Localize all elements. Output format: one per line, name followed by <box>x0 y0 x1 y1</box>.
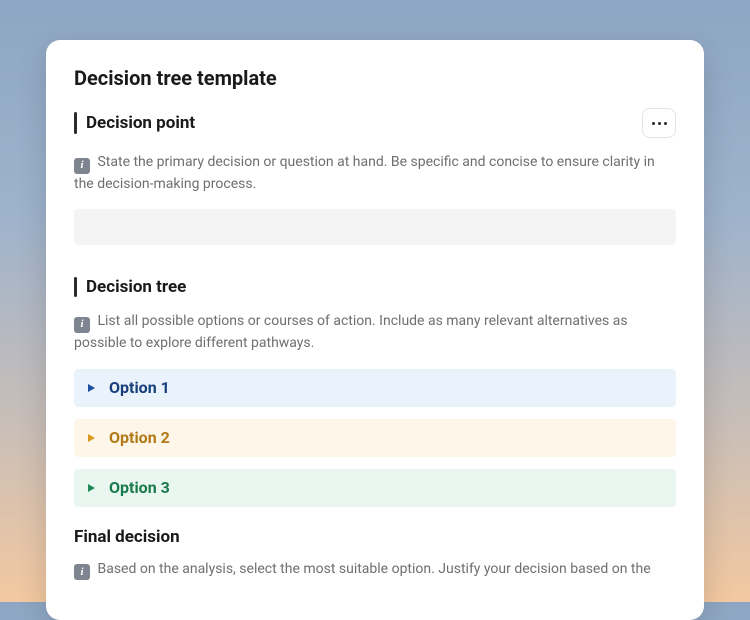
description-text: Based on the analysis, select the most s… <box>97 561 650 577</box>
heading-text: Decision tree <box>86 277 186 297</box>
expand-icon <box>88 484 95 492</box>
info-icon: i <box>74 317 90 333</box>
expand-icon <box>88 434 95 442</box>
expand-icon <box>88 384 95 392</box>
decision-tree-heading: Decision tree <box>74 277 676 297</box>
option-row-1[interactable]: Option 1 <box>74 369 676 407</box>
heading-accent-bar <box>74 277 77 297</box>
heading-text: Decision point <box>86 113 195 133</box>
option-label: Option 2 <box>109 428 170 447</box>
more-options-button[interactable] <box>642 108 676 138</box>
decision-point-description: i State the primary decision or question… <box>74 152 676 195</box>
option-row-2[interactable]: Option 2 <box>74 419 676 457</box>
page-title: Decision tree template <box>74 66 676 90</box>
description-text: List all possible options or courses of … <box>74 313 628 351</box>
more-icon <box>652 122 667 125</box>
document-card: Decision tree template Decision point i … <box>46 40 704 620</box>
option-row-3[interactable]: Option 3 <box>74 469 676 507</box>
decision-tree-description: i List all possible options or courses o… <box>74 311 676 354</box>
info-icon: i <box>74 158 90 174</box>
decision-point-input-placeholder[interactable] <box>74 209 676 245</box>
info-icon: i <box>74 564 90 580</box>
section-header-row: Decision point <box>74 108 676 138</box>
option-label: Option 1 <box>109 378 170 397</box>
heading-accent-bar <box>74 112 77 134</box>
final-decision-description: i Based on the analysis, select the most… <box>74 559 676 581</box>
final-decision-heading: Final decision <box>74 527 676 547</box>
decision-point-heading: Decision point <box>74 112 195 134</box>
option-label: Option 3 <box>109 478 170 497</box>
description-text: State the primary decision or question a… <box>74 154 655 192</box>
